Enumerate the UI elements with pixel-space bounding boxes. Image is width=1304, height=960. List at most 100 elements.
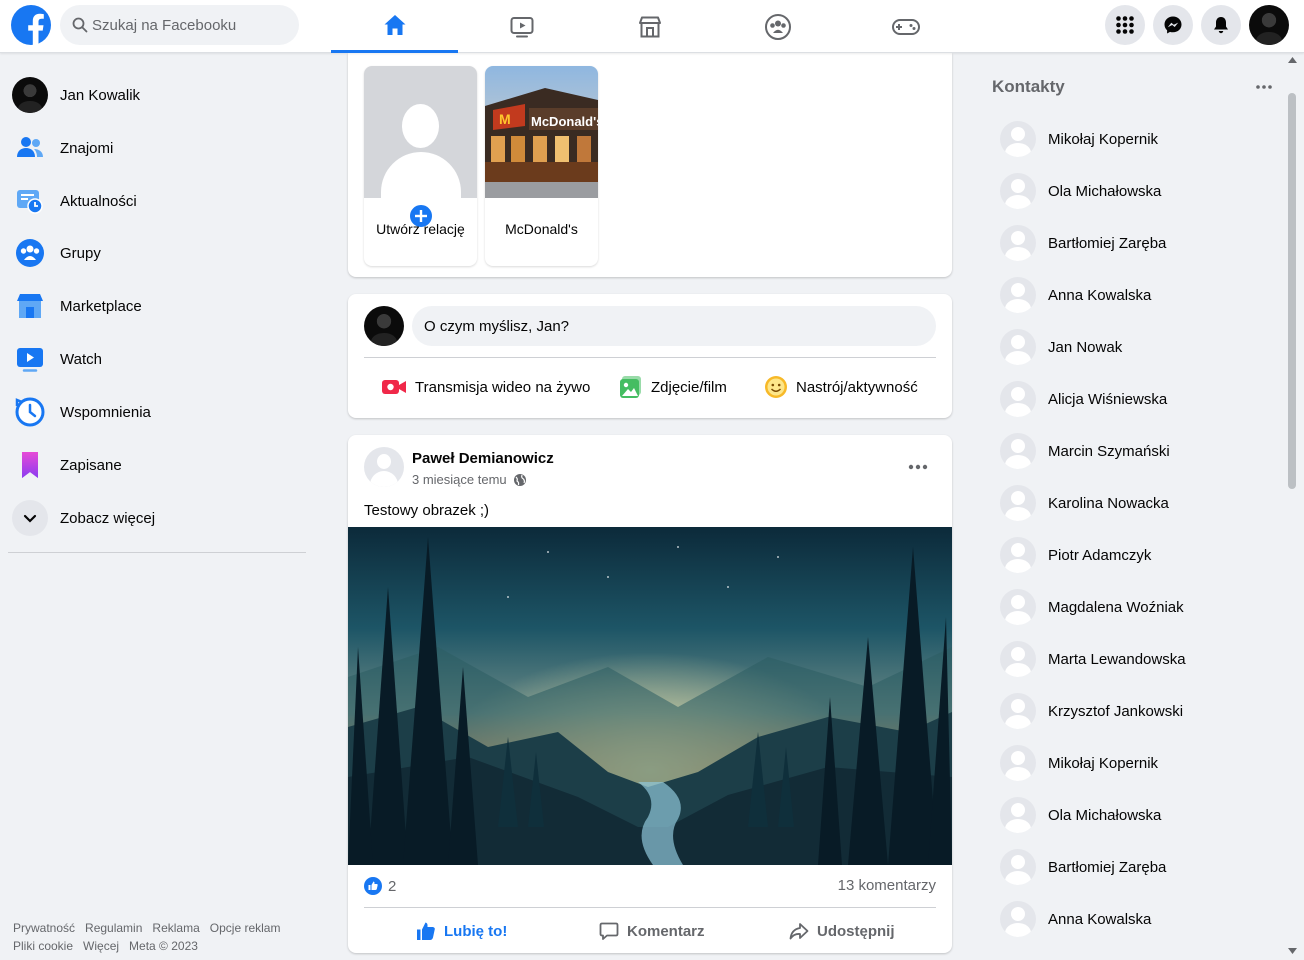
whats-on-your-mind-input[interactable]: O czym myślisz, Jan? (412, 306, 936, 346)
tab-gaming[interactable] (842, 0, 969, 53)
contact-item[interactable]: Bartłomiej Zaręba (992, 841, 1272, 893)
contact-avatar (1000, 381, 1036, 417)
sidebar-item-label: Aktualności (60, 192, 137, 210)
contact-item[interactable]: Piotr Adamczyk (992, 529, 1272, 581)
sidebar-item-groups[interactable]: Grupy (8, 227, 308, 279)
contact-avatar (1000, 329, 1036, 365)
top-navigation-bar (0, 0, 1304, 53)
post-text: Testowy obrazek ;) (364, 502, 490, 519)
sidebar-item-feeds[interactable]: Aktualności (8, 175, 308, 227)
contact-item[interactable]: Bartłomiej Zaręba (992, 217, 1272, 269)
friends-icon (11, 129, 49, 167)
footer-link[interactable]: Reklama (152, 921, 199, 935)
sidebar-item-memories[interactable]: Wspomnienia (8, 386, 308, 438)
menu-button[interactable] (1105, 5, 1145, 45)
contact-avatar (1000, 901, 1036, 937)
post-meta: 3 miesiące temu (412, 472, 527, 487)
gaming-icon (891, 18, 920, 35)
saved-icon (11, 446, 49, 484)
footer-link[interactable]: Opcje reklam (210, 921, 281, 935)
search-box[interactable] (60, 5, 299, 45)
contact-item[interactable]: Ola Michałowska (992, 789, 1272, 841)
contact-item[interactable]: Karolina Nowacka (992, 477, 1272, 529)
contact-avatar (1000, 277, 1036, 313)
contact-avatar (1000, 225, 1036, 261)
contact-name: Ola Michałowska (1048, 182, 1162, 200)
notifications-button[interactable] (1201, 5, 1241, 45)
contact-item[interactable]: Marcin Szymański (992, 425, 1272, 477)
post-author-avatar[interactable] (364, 447, 404, 487)
contact-avatar (1000, 537, 1036, 573)
sidebar-item-label: Jan Kowalik (60, 86, 141, 104)
contacts-options-button[interactable] (1250, 77, 1278, 97)
contact-name: Bartłomiej Zaręba (1048, 234, 1167, 252)
contact-item[interactable]: Ola Michałowska (992, 165, 1272, 217)
profile-avatar-button[interactable] (1249, 5, 1289, 45)
post-author-name[interactable]: Paweł Demianowicz (412, 450, 554, 467)
contact-avatar (1000, 693, 1036, 729)
live-video-label: Transmisja wideo na żywo (415, 378, 591, 396)
sidebar-item-label: Grupy (60, 244, 101, 262)
messenger-button[interactable] (1153, 5, 1193, 45)
sidebar-item-see-more[interactable]: Zobacz więcej (8, 492, 308, 544)
groups-icon (764, 13, 791, 40)
sidebar-divider (8, 552, 306, 553)
contact-item[interactable]: Anna Kowalska (992, 893, 1272, 945)
contact-name: Anna Kowalska (1048, 910, 1152, 928)
like-button[interactable]: Lubię to! (416, 917, 507, 945)
contact-name: Anna Kowalska (1048, 286, 1152, 304)
feeling-activity-button[interactable]: Nastrój/aktywność (764, 372, 918, 402)
contact-item[interactable]: Marta Lewandowska (992, 633, 1272, 685)
page-scrollbar[interactable] (1283, 53, 1304, 960)
contact-avatar (1000, 485, 1036, 521)
footer-link[interactable]: Pliki cookie (13, 939, 73, 953)
contact-item[interactable]: Jan Nowak (992, 321, 1272, 373)
like-label: Lubię to! (444, 922, 508, 940)
tab-home[interactable] (331, 0, 458, 53)
sidebar-item-saved[interactable]: Zapisane (8, 439, 308, 491)
sidebar-item-watch[interactable]: Watch (8, 333, 308, 385)
tab-groups[interactable] (714, 0, 841, 53)
contact-avatar (1000, 849, 1036, 885)
composer-avatar[interactable] (364, 306, 404, 346)
sidebar-item-marketplace[interactable]: Marketplace (8, 280, 308, 332)
comments-count[interactable]: 13 komentarzy (838, 877, 936, 894)
tab-marketplace[interactable] (586, 0, 713, 53)
footer-link[interactable]: Regulamin (85, 921, 142, 935)
post-composer: O czym myślisz, Jan? Transmisja wideo na… (348, 294, 952, 418)
contact-item[interactable]: Mikołaj Kopernik (992, 737, 1272, 789)
footer-link[interactable]: Więcej (83, 939, 119, 953)
scroll-up-arrow-icon[interactable] (1288, 57, 1297, 63)
contact-name: Magdalena Woźniak (1048, 598, 1184, 616)
reaction-summary[interactable]: 2 (364, 877, 396, 895)
share-button[interactable]: Udostępnij (789, 917, 895, 945)
post-time[interactable]: 3 miesiące temu (412, 472, 507, 487)
live-video-button[interactable]: Transmisja wideo na żywo (381, 372, 590, 402)
facebook-logo[interactable] (11, 5, 51, 45)
comment-button[interactable]: Komentarz (599, 917, 705, 945)
photo-video-button[interactable]: Zdjęcie/film (619, 372, 727, 402)
search-input[interactable] (92, 16, 282, 34)
photo-icon (620, 376, 641, 398)
photo-video-label: Zdjęcie/film (651, 378, 727, 396)
story-mcdonalds[interactable]: McDonald's M McDonald's (485, 66, 598, 266)
contact-item[interactable]: Krzysztof Jankowski (992, 685, 1272, 737)
sidebar-item-label: Znajomi (60, 139, 114, 157)
create-story-card[interactable]: Utwórz relację (364, 66, 477, 266)
sidebar-item-profile[interactable]: Jan Kowalik (8, 69, 308, 121)
contact-item[interactable]: Mikołaj Kopernik (992, 113, 1272, 165)
scroll-down-arrow-icon[interactable] (1288, 948, 1297, 954)
sidebar-item-friends[interactable]: Znajomi (8, 122, 308, 174)
contact-item[interactable]: Magdalena Woźniak (992, 581, 1272, 633)
contact-item[interactable]: Anna Kowalska (992, 269, 1272, 321)
contact-name: Marcin Szymański (1048, 442, 1170, 460)
post-options-button[interactable] (902, 451, 934, 483)
post-image[interactable] (348, 527, 952, 865)
contact-item[interactable]: Alicja Wiśniewska (992, 373, 1272, 425)
comment-icon (599, 922, 619, 940)
sidebar-item-label: Zapisane (60, 456, 122, 474)
scrollbar-thumb[interactable] (1288, 93, 1296, 489)
tab-watch[interactable] (458, 0, 585, 53)
footer-link[interactable]: Prywatność (13, 921, 75, 935)
more-dots-icon (1256, 85, 1272, 89)
